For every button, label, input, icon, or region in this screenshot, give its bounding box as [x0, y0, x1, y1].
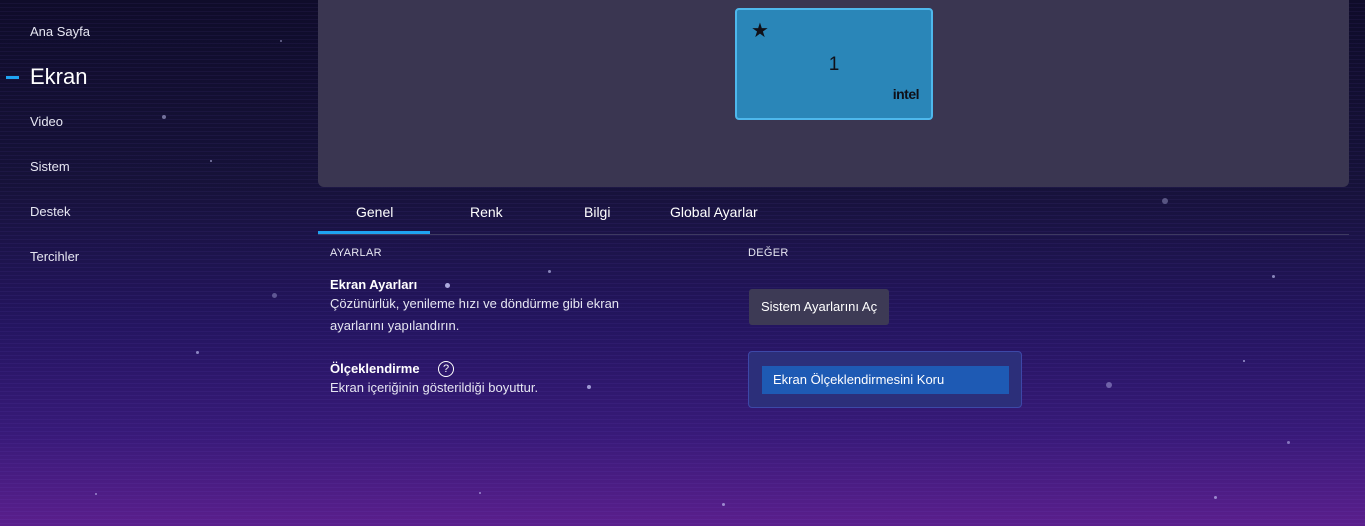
star-dot	[1214, 496, 1217, 499]
monitor-tile[interactable]: ★ 1 intel	[735, 8, 933, 120]
star-dot	[1287, 441, 1290, 444]
scaling-dropdown[interactable]: Ekran Ölçeklendirmesini Koru	[762, 366, 1009, 394]
star-dot	[1272, 275, 1275, 278]
intel-logo: intel	[892, 86, 920, 102]
help-circle-icon[interactable]: ?	[438, 361, 454, 377]
scaling-dropdown-container: Ekran Ölçeklendirmesini Koru	[748, 351, 1022, 408]
star-icon: ★	[751, 20, 769, 42]
star-dot	[1106, 382, 1112, 388]
tab-genel[interactable]: Genel	[356, 204, 393, 220]
tab-renk[interactable]: Renk	[470, 204, 503, 220]
display-settings-description: Çözünürlük, yenileme hızı ve döndürme gi…	[330, 293, 670, 337]
sidebar-item-ana-sayfa[interactable]: Ana Sayfa	[30, 24, 90, 39]
display-settings-desc-line2: ayarlarını yapılandırın.	[330, 318, 460, 333]
display-settings-title: Ekran Ayarları	[330, 277, 418, 292]
scaling-title: Ölçeklendirme	[330, 361, 420, 376]
sidebar-item-ekran[interactable]: Ekran	[30, 64, 87, 90]
column-header-settings: AYARLAR	[330, 247, 382, 259]
tab-bar: Genel Renk Bilgi Global Ayarlar	[318, 198, 1349, 235]
monitor-number: 1	[828, 54, 840, 75]
star-dot	[1243, 360, 1245, 362]
sidebar-item-tercihler[interactable]: Tercihler	[30, 249, 79, 264]
star-dot	[548, 270, 551, 273]
open-system-settings-button[interactable]: Sistem Ayarlarını Aç	[749, 289, 890, 325]
sidebar-item-video[interactable]: Video	[30, 114, 63, 129]
display-settings-desc-line1: Çözünürlük, yenileme hızı ve döndürme gi…	[330, 296, 620, 311]
sidebar-nav: Ana Sayfa Ekran Video Sistem Destek Terc…	[0, 0, 300, 526]
active-nav-indicator	[6, 76, 19, 79]
scaling-description: Ekran içeriğinin gösterildiği boyuttur.	[330, 380, 539, 395]
star-dot	[479, 492, 481, 494]
active-tab-indicator	[318, 231, 430, 234]
tab-global-ayarlar[interactable]: Global Ayarlar	[670, 204, 758, 220]
sidebar-item-sistem[interactable]: Sistem	[30, 159, 70, 174]
star-dot	[722, 503, 725, 506]
tab-bilgi[interactable]: Bilgi	[584, 204, 610, 220]
sidebar-item-destek[interactable]: Destek	[30, 204, 70, 219]
star-dot	[445, 283, 450, 288]
column-header-value: DEĞER	[748, 247, 789, 259]
